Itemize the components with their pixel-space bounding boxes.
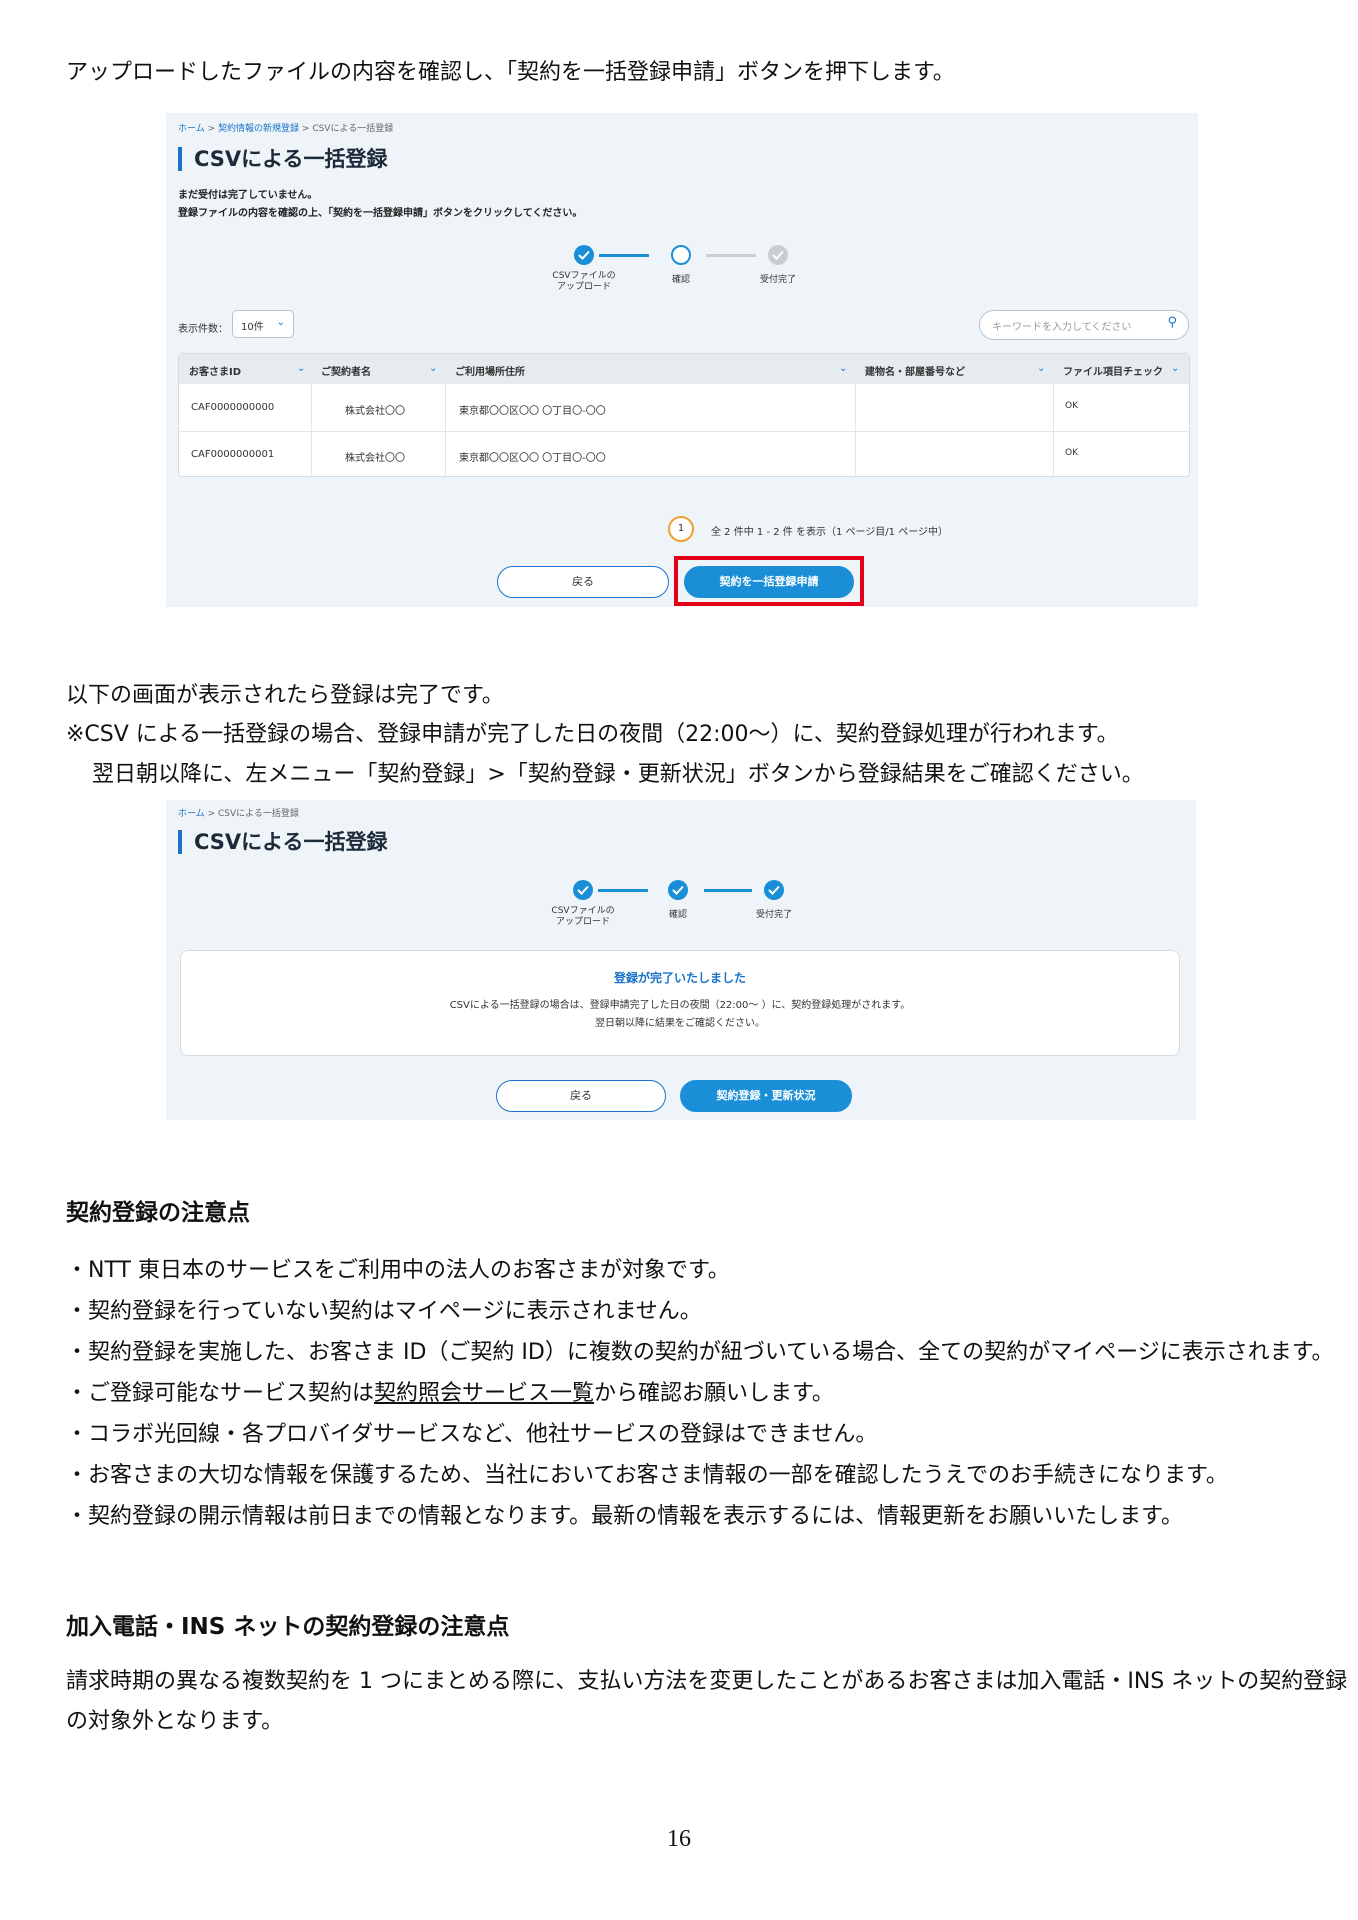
page-title: CSVによる一括登録 (178, 147, 388, 171)
step-label-complete: 受付完了 (759, 275, 796, 285)
step-connector (598, 889, 648, 892)
step-complete-check-icon (768, 245, 788, 265)
cell-address: 東京都〇〇区〇〇 〇丁目〇-〇〇 (459, 453, 606, 464)
page-title: CSVによる一括登録 (178, 830, 388, 854)
step-upload-check-icon (573, 880, 593, 900)
step-connector (704, 889, 752, 892)
step-label-confirm: 確認 (671, 275, 690, 285)
contract-status-button[interactable]: 契約登録・更新状況 (680, 1080, 852, 1112)
screenshot-complete: ホーム > CSVによる一括登録 CSVによる一括登録 CSVファイルの アップロ… (166, 800, 1196, 1120)
step-label-upload: CSVファイルの アップロード (551, 906, 615, 927)
col-address[interactable]: ご利用場所住所 (455, 363, 525, 378)
list-item: ・契約登録を行っていない契約はマイページに表示されません。 (66, 1299, 702, 1324)
col-building[interactable]: 建物名・部屋番号など (865, 363, 965, 378)
completion-title: 登録が完了いたしました (613, 971, 746, 985)
completion-intro: 以下の画面が表示されたら登録は完了です。 (66, 683, 504, 708)
sort-chevron-icon[interactable]: ⌄ (1037, 363, 1045, 374)
back-button[interactable]: 戻る (496, 1080, 666, 1112)
chevron-down-icon: ⌄ (276, 317, 285, 328)
section-heading-ins: 加入電話・INS ネットの契約登録の注意点 (66, 1614, 510, 1640)
notice-line-1: まだ受付は完了していません。 (178, 190, 318, 201)
list-item: ・契約登録の開示情報は前日までの情報となります。最新の情報を表示するには、情報更… (66, 1504, 1183, 1529)
display-count-label: 表示件数： (178, 324, 228, 335)
col-contractor-name[interactable]: ご契約者名 (321, 363, 371, 378)
result-check-note: 翌日朝以降に、左メニュー「契約登録」>「契約登録・更新状況」ボタンから登録結果を… (92, 762, 1144, 787)
breadcrumb: ホーム > CSVによる一括登録 (178, 809, 299, 819)
step-confirm-check-icon (668, 880, 688, 900)
sort-chevron-icon[interactable]: ⌄ (1171, 363, 1179, 374)
sort-chevron-icon[interactable]: ⌄ (839, 363, 847, 374)
cell-contractor-name: 株式会社〇〇 (345, 406, 405, 417)
step-label-confirm: 確認 (668, 910, 687, 920)
service-list-link[interactable]: 契約照会サービス一覧 (374, 1381, 594, 1406)
step-connector (706, 254, 756, 257)
cell-address: 東京都〇〇区〇〇 〇丁目〇-〇〇 (459, 406, 606, 417)
step-label-complete: 受付完了 (755, 910, 792, 920)
list-item: ・契約登録を実施した、お客さま ID（ご契約 ID）に複数の契約が紐づいている場… (66, 1340, 1334, 1365)
breadcrumb-home[interactable]: ホーム (178, 124, 205, 134)
notice-line-2: 登録ファイルの内容を確認の上、「契約を一括登録申請」ボタンをクリックしてください… (178, 208, 583, 219)
step-confirm-circle-icon (671, 245, 691, 265)
col-customer-id[interactable]: お客さまID (189, 363, 241, 378)
step-complete-check-icon (764, 880, 784, 900)
table-header: お客さまID ⌄ ご契約者名 ⌄ ご利用場所住所 ⌄ 建物名・部屋番号など ⌄ … (179, 354, 1189, 384)
cell-customer-id: CAF0000000000 (191, 402, 275, 413)
cell-file-check: OK (1065, 448, 1078, 458)
list-item: ・ご登録可能なサービス契約は契約照会サービス一覧から確認お願いします。 (66, 1381, 834, 1406)
cell-customer-id: CAF0000000001 (191, 449, 275, 460)
ins-note-line-1: 請求時期の異なる複数契約を 1 つにまとめる際に、支払い方法を変更したことがある… (66, 1669, 1348, 1694)
step-connector (599, 254, 649, 257)
completion-text-2: 翌日朝以降に結果をご確認ください。 (595, 1018, 765, 1029)
section-heading-notes: 契約登録の注意点 (66, 1200, 250, 1226)
list-item: ・NTT 東日本のサービスをご利用中の法人のお客さまが対象です。 (66, 1258, 730, 1283)
breadcrumb-new-contract[interactable]: 契約情報の新規登録 (218, 124, 299, 134)
page-button-1[interactable]: 1 (668, 516, 694, 542)
contracts-table: お客さまID ⌄ ご契約者名 ⌄ ご利用場所住所 ⌄ 建物名・部屋番号など ⌄ … (178, 353, 1190, 478)
processing-note: ※CSV による一括登録の場合、登録申請が完了した日の夜間（22:00～）に、契… (66, 722, 1119, 747)
page-number: 16 (667, 1826, 691, 1852)
ins-note-line-2: の対象外となります。 (66, 1709, 284, 1734)
intro-text: アップロードしたファイルの内容を確認し、「契約を一括登録申請」ボタンを押下します… (66, 60, 955, 85)
sort-chevron-icon[interactable]: ⌄ (429, 363, 437, 374)
screenshot-confirm: ホーム > 契約情報の新規登録 > CSVによる一括登録 CSVによる一括登録 … (166, 113, 1198, 607)
completion-text-1: CSVによる一括登録の場合は、登録申請完了した日の夜間（22:00～ ）に、契約… (449, 1000, 911, 1011)
list-item: ・お客さまの大切な情報を保護するため、当社においてお客さま情報の一部を確認したう… (66, 1463, 1228, 1488)
search-input[interactable]: キーワードを入力してください ⚲ (979, 310, 1189, 340)
step-label-upload: CSVファイルの アップロード (552, 271, 616, 292)
search-icon[interactable]: ⚲ (1167, 315, 1177, 330)
list-item: ・コラボ光回線・各プロバイダサービスなど、他社サービスの登録はできません。 (66, 1422, 878, 1447)
cell-file-check: OK (1065, 401, 1078, 411)
sort-chevron-icon[interactable]: ⌄ (297, 363, 305, 374)
breadcrumb: ホーム > 契約情報の新規登録 > CSVによる一括登録 (178, 124, 394, 134)
bulk-register-submit-button[interactable]: 契約を一括登録申請 (684, 566, 854, 598)
col-file-check[interactable]: ファイル項目チェック (1063, 363, 1163, 378)
breadcrumb-current: CSVによる一括登録 (312, 124, 394, 134)
display-count-select[interactable]: 10件 ⌄ (232, 310, 294, 338)
breadcrumb-current: CSVによる一括登録 (218, 809, 299, 819)
back-button[interactable]: 戻る (497, 566, 669, 598)
completion-message-box: 登録が完了いたしました CSVによる一括登録の場合は、登録申請完了した日の夜間（… (180, 950, 1180, 1056)
breadcrumb-home[interactable]: ホーム (178, 809, 205, 819)
step-upload-check-icon (574, 245, 594, 265)
cell-contractor-name: 株式会社〇〇 (345, 453, 405, 464)
pagination-summary: 全 2 件中 1 - 2 件 を表示（1 ページ目/1 ページ中） (711, 527, 948, 538)
